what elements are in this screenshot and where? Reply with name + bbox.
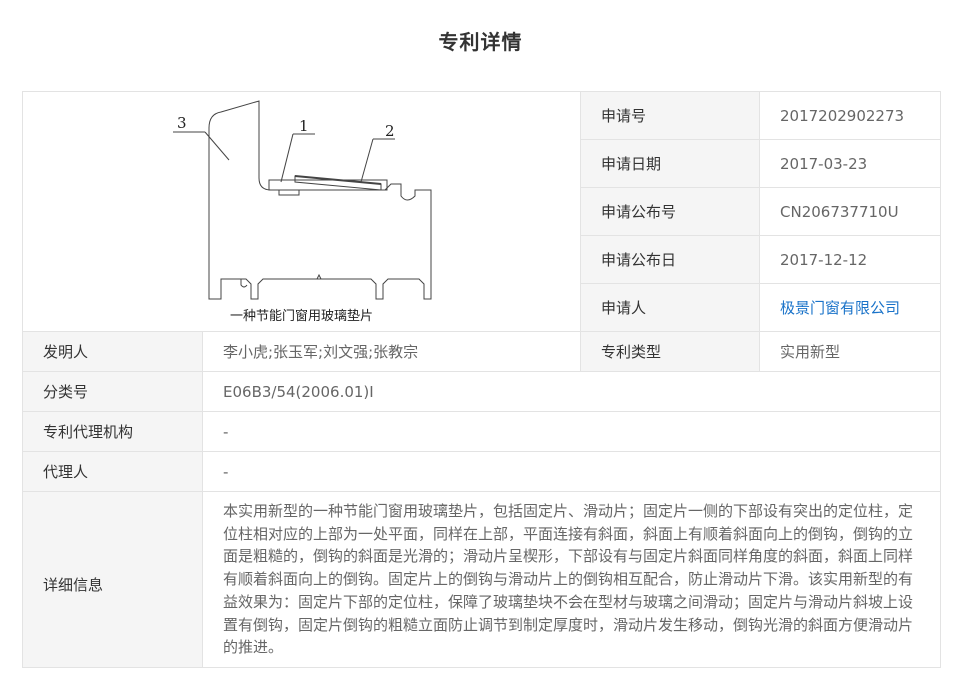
application-date-label: 申请日期	[580, 139, 760, 188]
patent-type-value: 实用新型	[759, 331, 941, 372]
publication-no-label: 申请公布号	[580, 187, 760, 236]
patent-figure: 3 1 2 一种节能门窗用玻璃垫片	[23, 92, 580, 331]
agent-label: 代理人	[22, 451, 203, 492]
agent-value: -	[202, 451, 941, 492]
patent-type-label: 专利类型	[580, 331, 760, 372]
publication-no-value: CN206737710U	[759, 187, 941, 236]
applicant-label: 申请人	[580, 283, 760, 332]
figure-label-3: 3	[177, 114, 187, 132]
details-text: 本实用新型的一种节能门窗用玻璃垫片，包括固定片、滑动片；固定片一侧的下部设有突出…	[202, 491, 941, 668]
figure-caption: 一种节能门窗用玻璃垫片	[229, 309, 373, 324]
patent-figure-cell: 3 1 2 一种节能门窗用玻璃垫片	[22, 91, 581, 332]
patent-detail-table: 3 1 2 一种节能门窗用玻璃垫片 申请号 2017202902273 申请日期…	[22, 91, 941, 668]
agency-label: 专利代理机构	[22, 411, 203, 452]
publication-date-value: 2017-12-12	[759, 235, 941, 284]
classification-value: E06B3/54(2006.01)I	[202, 371, 941, 412]
applicant-link[interactable]: 极景门窗有限公司	[759, 283, 941, 332]
agency-value: -	[202, 411, 941, 452]
figure-label-2: 2	[385, 122, 395, 140]
application-no-value: 2017202902273	[759, 91, 941, 140]
inventor-value: 李小虎;张玉军;刘文强;张教宗	[202, 331, 581, 372]
details-label: 详细信息	[22, 491, 203, 668]
page-title: 专利详情	[438, 30, 523, 54]
patent-drawing: 3 1 2	[173, 100, 432, 300]
publication-date-label: 申请公布日	[580, 235, 760, 284]
application-date-value: 2017-03-23	[759, 139, 941, 188]
classification-label: 分类号	[22, 371, 203, 412]
inventor-label: 发明人	[22, 331, 203, 372]
figure-label-1: 1	[299, 117, 309, 135]
application-no-label: 申请号	[580, 91, 760, 140]
